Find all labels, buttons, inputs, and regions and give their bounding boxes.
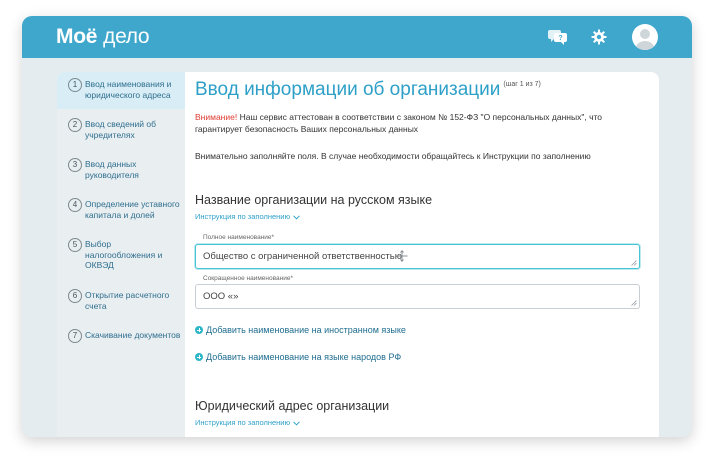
avatar[interactable]	[632, 24, 658, 50]
step-number: 1	[68, 78, 82, 92]
step-number: 5	[68, 238, 82, 252]
move-cursor-icon	[396, 250, 408, 262]
step-item-3[interactable]: 3 Ввод данных руководителя	[57, 152, 185, 189]
fill-notice: Внимательно заполняйте поля. В случае не…	[195, 151, 591, 161]
svg-text:?: ?	[558, 35, 562, 42]
instruction-link-text: Инструкция по заполнению	[195, 418, 291, 427]
step-number: 3	[68, 158, 82, 172]
step-number: 4	[68, 198, 82, 212]
steps-sidebar: 1 Ввод наименования и юридического адрес…	[57, 72, 185, 437]
resize-handle-icon[interactable]	[631, 260, 637, 266]
chevron-down-icon	[293, 213, 300, 222]
logo-text-2: дело	[103, 25, 150, 48]
short-name-field[interactable]: ООО «»	[195, 284, 640, 309]
page-title-text: Ввод информации об организации	[195, 79, 501, 100]
avatar-icon	[636, 29, 654, 50]
step-item-2[interactable]: 2 Ввод сведений об учредителях	[57, 112, 185, 149]
instruction-link-address[interactable]: Инструкция по заполнению	[195, 418, 300, 428]
content-panel: 1 Ввод наименования и юридического адрес…	[57, 72, 659, 437]
step-label: Ввод наименования и юридического адреса	[85, 79, 172, 100]
add-foreign-name-link[interactable]: Добавить наименование на иностранном язы…	[195, 325, 406, 335]
add-foreign-name-text: Добавить наименование на иностранном язы…	[206, 325, 406, 335]
app-window: Моё дело ? 1 Ввод наименования и юридиче…	[22, 16, 692, 437]
step-item-1[interactable]: 1 Ввод наименования и юридического адрес…	[57, 72, 185, 109]
step-label: Выбор налогообложения и ОКВЭД	[85, 239, 163, 270]
step-item-4[interactable]: 4 Определение уставного капитала и долей	[57, 192, 185, 229]
instruction-link[interactable]: Инструкция по заполнению	[195, 212, 300, 222]
instruction-link-text: Инструкция по заполнению	[195, 212, 291, 221]
short-name-value: ООО «»	[203, 291, 239, 302]
step-item-5[interactable]: 5 Выбор налогообложения и ОКВЭД	[57, 232, 185, 270]
warning-word: Внимание!	[195, 112, 238, 122]
step-label: Определение уставного капитала и долей	[85, 199, 180, 220]
full-name-label: Полное наименование*	[203, 234, 275, 241]
add-native-name-text: Добавить наименование на языке народов Р…	[206, 352, 402, 362]
logo[interactable]: Моё дело	[56, 24, 150, 50]
plus-circle-icon	[195, 326, 203, 334]
form-area: Ввод информации об организации (шаг 1 из …	[185, 72, 659, 437]
step-item-7[interactable]: 7 Скачивание документов	[57, 323, 185, 360]
chevron-down-icon	[293, 419, 300, 428]
step-label: Скачивание документов	[85, 330, 181, 340]
short-name-label: Сокращенное наименование*	[203, 275, 293, 282]
gear-icon[interactable]	[589, 27, 609, 47]
section-title-legal-address: Юридический адрес организации	[195, 399, 390, 413]
page-title: Ввод информации об организации (шаг 1 из …	[195, 79, 541, 101]
add-native-name-link[interactable]: Добавить наименование на языке народов Р…	[195, 352, 401, 362]
plus-circle-icon	[195, 353, 203, 361]
step-item-6[interactable]: 6 Открытие расчетного счета	[57, 283, 185, 320]
logo-text-1: Моё	[56, 25, 98, 48]
step-number: 2	[68, 118, 82, 132]
top-bar: Моё дело ?	[22, 16, 692, 58]
help-chat-icon[interactable]: ?	[548, 27, 568, 47]
privacy-warning: Внимание! Наш сервис аттестован в соотве…	[195, 112, 640, 135]
resize-handle-icon[interactable]	[631, 300, 637, 306]
step-label: Ввод данных руководителя	[85, 159, 139, 180]
step-label: Открытие расчетного счета	[85, 290, 170, 311]
full-name-value: Общество с ограниченной ответственностью	[203, 251, 402, 262]
step-number: 7	[68, 329, 82, 343]
step-note: (шаг 1 из 7)	[503, 81, 541, 88]
step-label: Ввод сведений об учредителях	[85, 119, 156, 140]
section-title-russian-name: Название организации на русском языке	[195, 193, 433, 207]
step-number: 6	[68, 289, 82, 303]
full-name-field[interactable]: Общество с ограниченной ответственностью	[195, 244, 640, 269]
warning-text: Наш сервис аттестован в соответствии с з…	[195, 112, 603, 134]
